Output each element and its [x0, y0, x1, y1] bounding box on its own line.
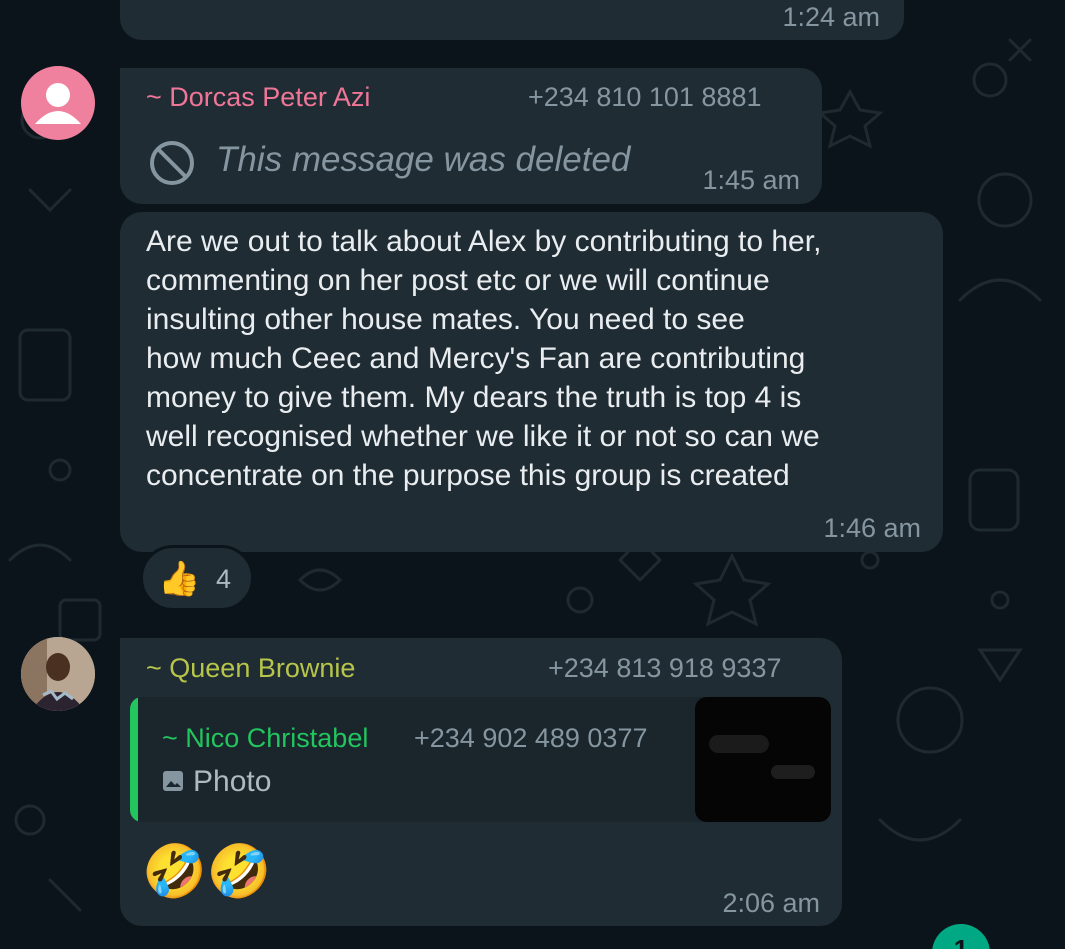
quoted-sender-name: ~ Nico Christabel — [162, 723, 369, 753]
reaction-pill[interactable]: 👍 4 — [140, 545, 254, 611]
message-text: Are we out to talk about Alex by contrib… — [146, 225, 822, 492]
avatar-queen-brownie[interactable] — [21, 637, 95, 711]
message-bubble-top[interactable]: 1:24 am — [120, 0, 904, 40]
message-time: 1:45 am — [702, 165, 800, 195]
sender-name[interactable]: ~ Dorcas Peter Azi — [146, 82, 370, 113]
laughing-emoji-icon: 🤣🤣 — [142, 843, 272, 901]
thumbs-up-icon: 👍 — [158, 560, 201, 598]
message-bubble-long[interactable]: Are we out to talk about Alex by contrib… — [120, 212, 943, 552]
blocked-icon — [150, 141, 194, 185]
quoted-sender-phone: +234 902 489 0377 — [414, 723, 648, 753]
sender-phone: +234 810 101 8881 — [528, 82, 762, 112]
message-bubble-reply[interactable]: ~ Queen Brownie +234 813 918 9337 ~ Nico… — [120, 638, 842, 926]
quoted-photo-thumbnail — [695, 697, 831, 822]
profile-photo — [21, 637, 95, 711]
default-person-icon — [35, 83, 81, 124]
quoted-message[interactable]: ~ Nico Christabel +234 902 489 0377 Phot… — [130, 697, 831, 822]
message-bubble-deleted[interactable]: ~ Dorcas Peter Azi +234 810 101 8881 Thi… — [120, 68, 822, 204]
chat-area[interactable]: 1:24 am ~ Dorcas Peter Azi +234 810 101 … — [0, 0, 1065, 949]
quoted-media-label: Photo — [193, 765, 272, 798]
message-time: 1:24 am — [782, 2, 880, 32]
deleted-message-text: This message was deleted — [216, 140, 631, 179]
avatar-dorcas[interactable] — [21, 66, 95, 140]
message-time: 2:06 am — [722, 888, 820, 918]
quote-accent-bar — [130, 697, 138, 822]
sender-phone: +234 813 918 9337 — [548, 653, 782, 683]
reaction-count: 4 — [216, 564, 232, 594]
message-time: 1:46 am — [823, 513, 921, 543]
image-icon — [163, 771, 183, 791]
sender-name[interactable]: ~ Queen Brownie — [146, 653, 355, 684]
